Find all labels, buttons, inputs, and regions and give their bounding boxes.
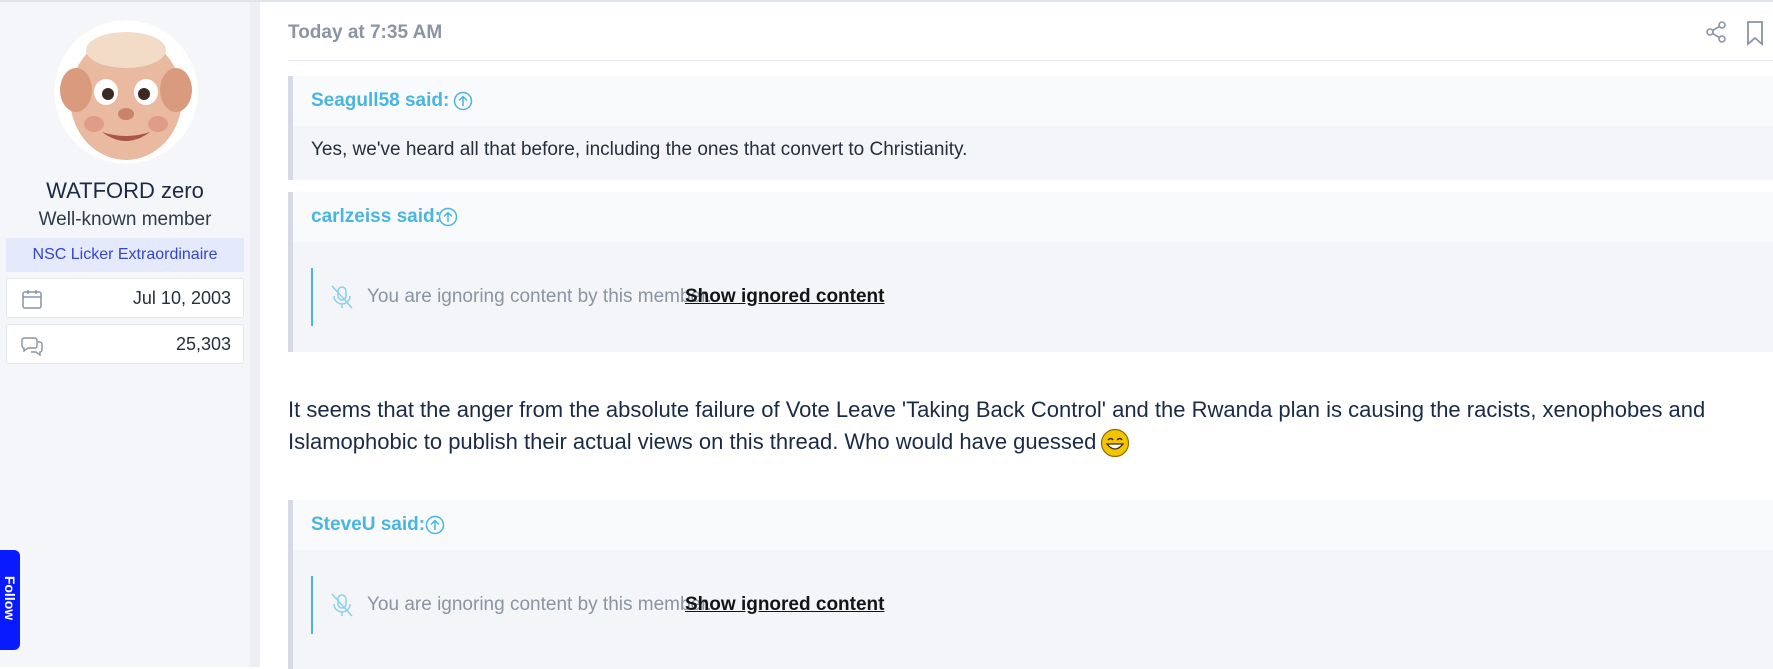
follow-tab[interactable]: Follow [0, 550, 20, 650]
quote-text: Yes, we've heard all that before, includ… [311, 139, 968, 160]
go-to-post-icon[interactable] [453, 91, 473, 111]
quote-author[interactable]: Seagull58 said: [311, 90, 449, 112]
header-divider [288, 60, 1773, 61]
laughing-emoji-icon [1101, 429, 1130, 458]
bookmark-icon[interactable] [1745, 20, 1765, 46]
chat-bubbles-icon [21, 337, 43, 356]
post-main: Today at 7:35 AM Seagull58 said: Yes, we… [260, 2, 1773, 669]
mute-icon [331, 593, 353, 617]
avatar[interactable] [54, 20, 198, 164]
quote-header [293, 500, 1773, 550]
user-banner: NSC Licker Extraordinaire [6, 238, 244, 272]
quote-author[interactable]: SteveU said: [311, 514, 425, 536]
message-count: 25,303 [175, 334, 231, 354]
share-icon[interactable] [1704, 20, 1728, 44]
user-panel: WATFORD zero Well-known member NSC Licke… [0, 2, 260, 667]
mute-icon [331, 285, 353, 309]
ignored-text: You are ignoring content by this member. [367, 594, 712, 615]
quote-header [293, 192, 1773, 242]
show-ignored-link[interactable]: Show ignored content [685, 286, 885, 308]
go-to-post-icon[interactable] [438, 207, 458, 227]
post-timestamp[interactable]: Today at 7:35 AM [288, 22, 442, 44]
joined-date: Jul 10, 2003 [132, 288, 231, 308]
ignored-text: You are ignoring content by this member. [367, 286, 712, 307]
username[interactable]: WATFORD zero [0, 178, 250, 204]
quote-header [293, 76, 1773, 126]
go-to-post-icon[interactable] [425, 515, 445, 535]
calendar-icon [22, 290, 42, 309]
user-title: Well-known member [38, 209, 212, 230]
quote-author[interactable]: carlzeiss said: [311, 206, 441, 228]
post-body: It seems that the anger from the absolut… [288, 394, 1758, 458]
quote-steveu: SteveU said: You are ignoring content by… [288, 500, 1773, 669]
ignored-notice: You are ignoring content by this member.… [311, 268, 1763, 326]
post-body-text: It seems that the anger from the absolut… [288, 397, 1706, 454]
quote-carlzeiss: carlzeiss said: You are ignoring content… [288, 192, 1773, 352]
quote-seagull58: Seagull58 said: Yes, we've heard all tha… [288, 76, 1773, 180]
show-ignored-link[interactable]: Show ignored content [685, 594, 885, 616]
ignored-notice: You are ignoring content by this member.… [311, 576, 1763, 634]
follow-tab-label: Follow [2, 575, 18, 621]
joined-stat: Jul 10, 2003 [6, 278, 244, 318]
messages-stat: 25,303 [6, 324, 244, 364]
